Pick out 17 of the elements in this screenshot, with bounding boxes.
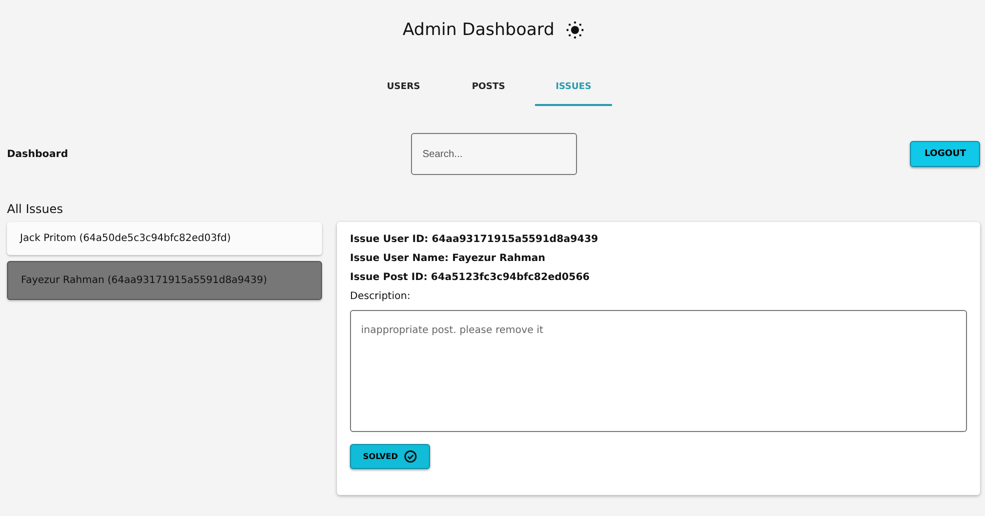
description-label: Description: <box>350 291 412 302</box>
issue-field: Issue Post ID: 64a5123fc3c94bfc82ed0566 <box>350 272 967 283</box>
logout-button[interactable]: LOGOUT <box>910 141 980 167</box>
issue-item[interactable]: Fayezur Rahman (64aa93171915a5591d8a9439) <box>7 261 322 300</box>
page-title: Admin Dashboard <box>402 20 554 40</box>
description-field[interactable]: inappropriate post. please remove it <box>350 310 967 432</box>
section-heading: Dashboard <box>7 148 69 160</box>
tab[interactable]: POSTS <box>450 72 527 106</box>
issue-item[interactable]: Jack Pritom (64a50de5c3c94bfc82ed03fd) <box>7 222 322 255</box>
list-heading: All Issues <box>7 202 63 216</box>
issue-field: Issue User ID: 64aa93171915a5591d8a9439 <box>350 234 967 245</box>
check-circle-icon <box>404 450 417 463</box>
sun-icon[interactable] <box>566 21 584 39</box>
search-field[interactable]: Search... <box>410 133 576 175</box>
issue-field: Issue User Name: Fayezur Rahman <box>350 253 967 264</box>
tab[interactable]: USERS <box>365 72 442 106</box>
solved-button[interactable]: SOLVED <box>350 444 430 469</box>
